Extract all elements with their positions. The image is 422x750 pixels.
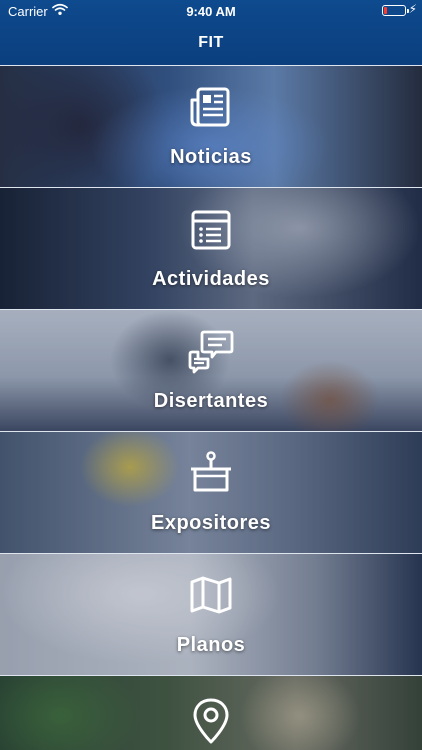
calendar-list-icon: [191, 210, 231, 250]
menu-item-label: Planos: [176, 634, 246, 656]
status-bar: Carrier 9:40 AM ⚡: [0, 0, 422, 22]
newspaper-icon: [190, 87, 230, 127]
battery-level: [384, 7, 387, 14]
charging-bolt-icon: ⚡: [408, 2, 417, 16]
menu-item-disertantes[interactable]: Disertantes: [0, 309, 422, 431]
status-time: 9:40 AM: [186, 4, 236, 19]
app-screen: Carrier 9:40 AM ⚡ FIT Noticias Actividad…: [0, 0, 422, 750]
chat-bubbles-icon: [188, 330, 234, 374]
location-pin-icon: [193, 698, 229, 744]
battery-icon: [382, 5, 409, 16]
menu-item-noticias[interactable]: Noticias: [0, 65, 422, 187]
menu-item-label: Disertantes: [153, 390, 269, 412]
menu-item-planos[interactable]: Planos: [0, 553, 422, 675]
menu-item-label: Actividades: [152, 268, 270, 290]
menu-item-label: Noticias: [170, 146, 252, 168]
menu-item-label: Expositores: [151, 512, 271, 534]
menu-item-expositores[interactable]: Expositores: [0, 431, 422, 553]
menu-item-location[interactable]: [0, 675, 422, 750]
top-bar: Carrier 9:40 AM ⚡ FIT: [0, 0, 422, 65]
page-title: FIT: [198, 34, 224, 51]
menu-item-actividades[interactable]: Actividades: [0, 187, 422, 309]
exhibitor-booth-icon: [191, 451, 231, 492]
map-icon: [190, 576, 232, 614]
